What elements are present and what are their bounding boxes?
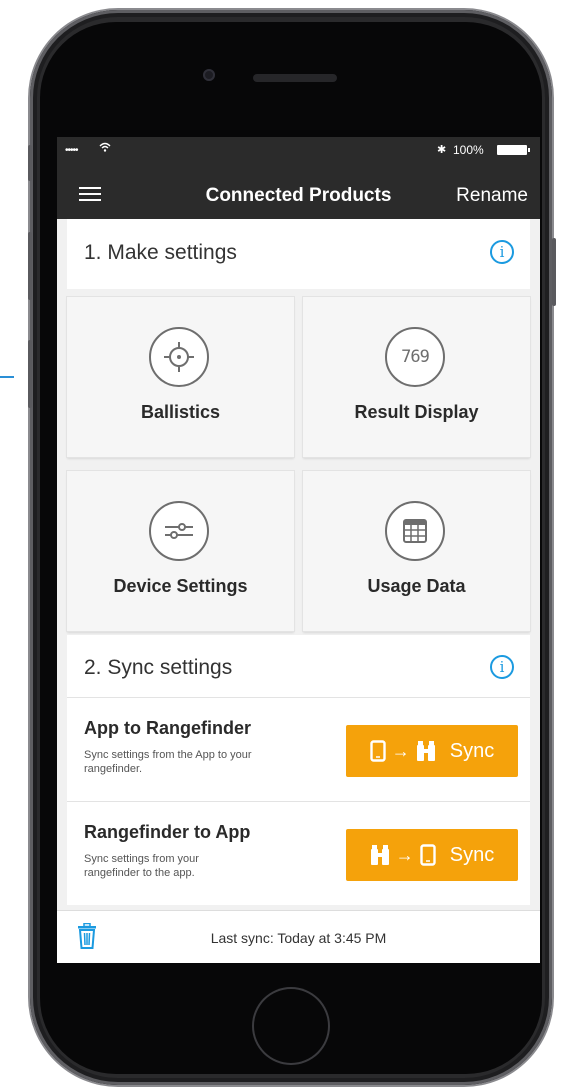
sync-row-description: Sync settings from the App to your range…	[84, 749, 252, 775]
main-content: 1. Make settings i Ballistics 769 Result…	[57, 219, 540, 909]
ballistics-tile[interactable]: Ballistics	[67, 297, 294, 457]
tile-label: Usage Data	[367, 576, 466, 596]
section-title: 2. Sync settings	[84, 656, 233, 679]
sync-label: Sync	[449, 843, 495, 866]
status-bar: ••••• ✱ 100%	[57, 137, 540, 163]
grid-table-icon	[385, 501, 445, 561]
sliders-icon	[149, 501, 209, 561]
bluetooth-icon: ✱	[437, 144, 447, 156]
sync-row-title: Rangefinder to App	[84, 822, 251, 842]
front-camera	[203, 69, 215, 81]
info-icon[interactable]: i	[490, 655, 514, 679]
app-screen: ••••• ✱ 100% Connected Products Rename 1…	[57, 137, 540, 963]
crosshair-icon	[149, 327, 209, 387]
tile-label: Device Settings	[113, 576, 248, 596]
mute-switch	[28, 145, 32, 181]
rangefinder-to-app-row: Rangefinder to App Sync settings from yo…	[67, 801, 530, 905]
usage-data-tile[interactable]: Usage Data	[303, 471, 530, 631]
sync-label: Sync	[449, 739, 495, 762]
sync-app-to-rangefinder-button[interactable]: → Sync	[346, 725, 518, 777]
binoculars-icon	[416, 741, 435, 761]
battery-percentage: 100%	[453, 143, 484, 157]
volume-up-button	[28, 232, 32, 300]
result-display-tile[interactable]: 769 Result Display	[303, 297, 530, 457]
device-settings-tile[interactable]: Device Settings	[67, 471, 294, 631]
info-icon[interactable]: i	[490, 240, 514, 264]
sync-rangefinder-to-app-button[interactable]: → Sync	[346, 829, 518, 881]
section-title: 1. Make settings	[84, 241, 237, 264]
navigation-bar: Connected Products Rename	[57, 163, 540, 219]
battery-icon	[497, 145, 530, 155]
sync-row-description: Sync settings from your rangefinder to t…	[84, 853, 199, 879]
phone-icon	[420, 844, 436, 866]
indicator-line	[0, 376, 14, 378]
tile-label: Ballistics	[140, 402, 221, 422]
app-to-rangefinder-row: App to Rangefinder Sync settings from th…	[67, 697, 530, 801]
tile-label: Result Display	[354, 402, 479, 422]
bottom-bar: Last sync: Today at 3:45 PM	[57, 910, 540, 963]
arrow-right-icon: →	[395, 844, 414, 865]
make-settings-header: 1. Make settings i	[67, 219, 530, 289]
display-digits: 769	[401, 347, 430, 367]
wifi-icon	[99, 142, 111, 152]
home-button[interactable]	[252, 987, 330, 1065]
arrow-right-icon: →	[391, 740, 410, 761]
sync-row-title: App to Rangefinder	[84, 718, 251, 738]
last-sync-status: Last sync: Today at 3:45 PM	[210, 930, 387, 946]
phone-icon	[370, 740, 386, 762]
power-button	[552, 238, 556, 306]
signal-strength-icon: •••••	[65, 145, 78, 156]
digital-display-icon: 769	[385, 327, 445, 387]
sync-settings-header: 2. Sync settings i	[67, 635, 530, 697]
volume-down-button	[28, 340, 32, 408]
binoculars-icon	[370, 845, 389, 865]
earpiece-speaker	[253, 74, 337, 82]
rename-button[interactable]: Rename	[456, 185, 528, 207]
